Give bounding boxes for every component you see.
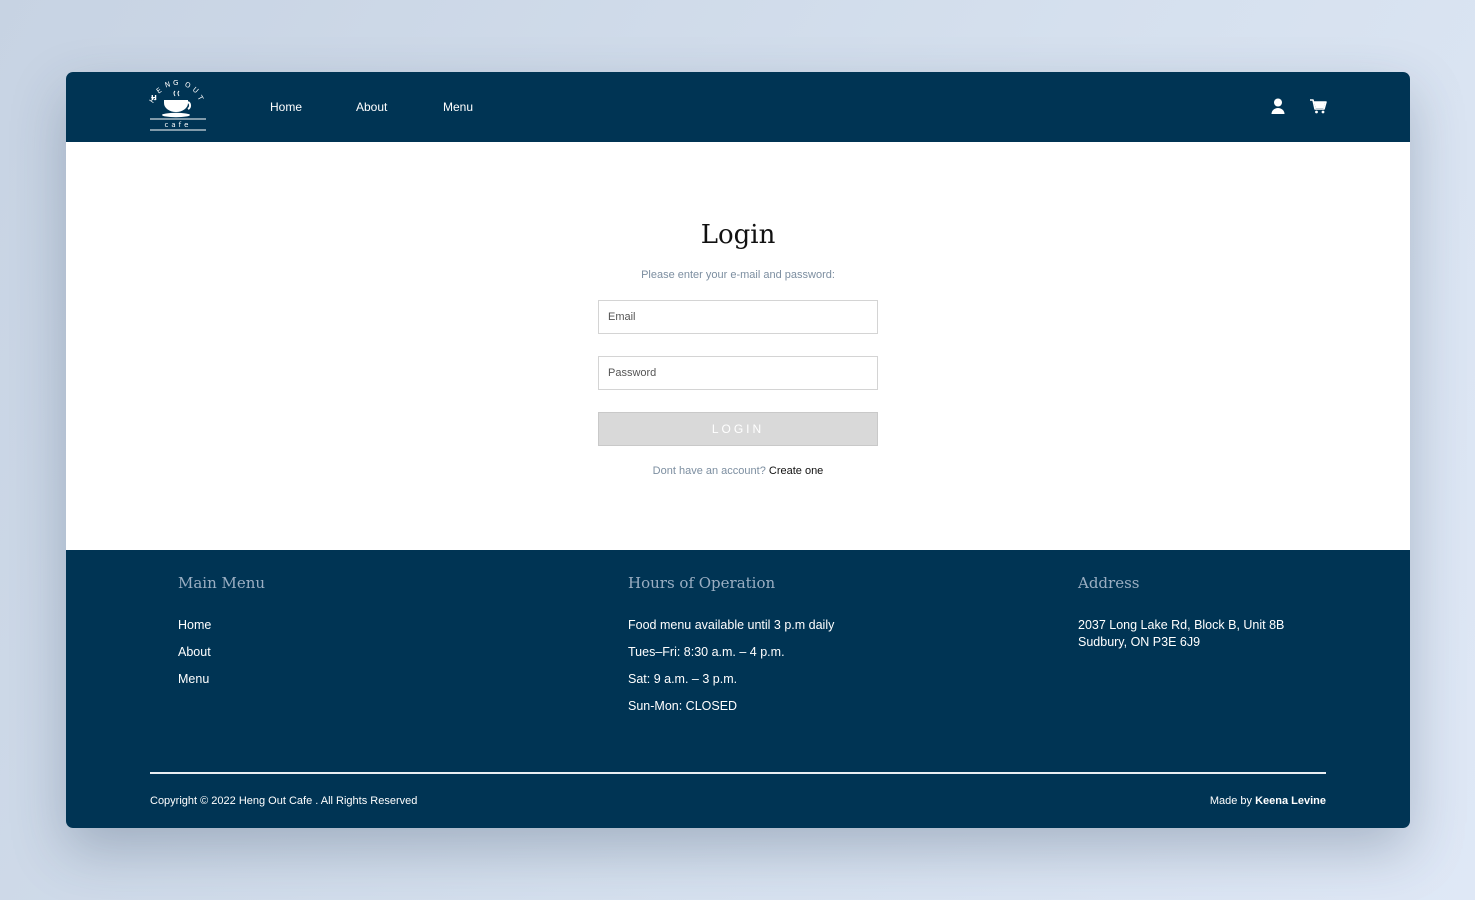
svg-text:G: G (173, 80, 178, 87)
signup-prompt-row: Dont have an account? Create one (66, 463, 1410, 479)
list-item: Home (178, 617, 211, 644)
create-account-link[interactable]: Create one (769, 465, 823, 477)
footer-hours-list: Food menu available until 3 p.m daily Tu… (628, 617, 834, 725)
password-field[interactable] (598, 356, 878, 390)
hours-line: Food menu available until 3 p.m daily (628, 618, 835, 632)
svg-text:O: O (184, 81, 192, 91)
author-name[interactable]: Keena Levine (1255, 795, 1326, 807)
nav-home[interactable]: Home (270, 99, 302, 115)
user-icon[interactable] (1269, 97, 1287, 115)
footer-link-menu[interactable]: Menu (178, 672, 209, 686)
made-by-credit: Made by Keena Levine (1210, 793, 1326, 809)
svg-text:T: T (195, 93, 205, 102)
hours-line: Tues–Fri: 8:30 a.m. – 4 p.m. (628, 645, 785, 659)
svg-text:U: U (191, 86, 200, 95)
login-section: Login Please enter your e-mail and passw… (66, 142, 1410, 550)
copyright-text: Copyright © 2022 Heng Out Cafe . All Rig… (150, 795, 418, 807)
cafe-logo[interactable]: H H E N G O U T cafe (148, 79, 208, 132)
coffee-cup-logo-icon: H H E N G O U T cafe (148, 79, 206, 131)
login-instructions: Please enter your e-mail and password: (641, 269, 835, 281)
login-button[interactable]: LOGIN (598, 412, 878, 446)
site-footer: Main Menu Home About Menu Hours of Opera… (66, 550, 1410, 828)
cart-icon[interactable] (1309, 97, 1327, 115)
svg-text:N: N (164, 80, 171, 89)
site-header: H H E N G O U T cafe Home About Menu (66, 72, 1410, 142)
hours-line: Sun-Mon: CLOSED (628, 699, 738, 713)
address-line-2: Sudbury, ON P3E 6J9 (1078, 635, 1201, 649)
footer-address-title: Address (1078, 574, 1140, 592)
page-title: Login (700, 220, 776, 250)
list-item: About (178, 644, 211, 671)
footer-hours-title: Hours of Operation (628, 574, 776, 592)
nav-menu[interactable]: Menu (443, 99, 473, 115)
nav-about[interactable]: About (356, 99, 387, 115)
hours-line: Sat: 9 a.m. – 3 p.m. (628, 672, 738, 686)
browser-window: H H E N G O U T cafe Home About Menu Log… (66, 72, 1410, 828)
made-by-prefix: Made by (1209, 795, 1253, 807)
list-item: Menu (178, 671, 211, 698)
signup-prompt: Dont have an account? (652, 465, 766, 477)
footer-main-menu: Home About Menu (178, 617, 211, 698)
footer-main-menu-title: Main Menu (178, 574, 266, 592)
address-line-1: 2037 Long Lake Rd, Block B, Unit 8B (1078, 618, 1285, 632)
footer-link-about[interactable]: About (178, 645, 211, 659)
footer-divider (150, 772, 1326, 774)
footer-link-home[interactable]: Home (178, 618, 211, 632)
svg-text:cafe: cafe (165, 121, 192, 129)
email-field[interactable] (598, 300, 878, 334)
